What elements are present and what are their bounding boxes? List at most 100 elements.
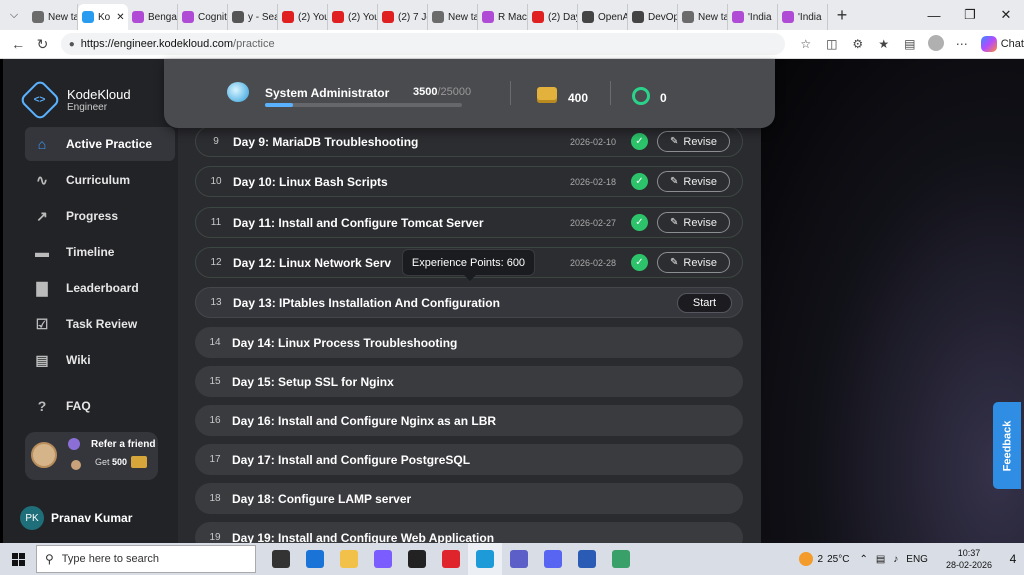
- taskbar-app-button[interactable]: [536, 543, 570, 575]
- sidebar-item-label: FAQ: [66, 399, 91, 413]
- task-row[interactable]: 13 Day 13: IPtables Installation And Conf…: [195, 287, 743, 318]
- browser-tab-strip: ⌵ New ta Ko ✕ Bengal Cognit y - Sea (2) You (2)…: [0, 0, 1024, 30]
- browser-tab[interactable]: New ta: [428, 4, 478, 30]
- new-tab-button[interactable]: +: [828, 5, 856, 26]
- favorites-icon[interactable]: ★: [871, 37, 897, 51]
- taskbar-clock[interactable]: 10:37 28-02-2026: [946, 547, 992, 571]
- minimize-icon[interactable]: —: [916, 0, 952, 30]
- task-number: 17: [209, 454, 221, 465]
- copilot-chat-button[interactable]: Chat: [980, 36, 1024, 52]
- windows-logo-icon: [11, 552, 25, 566]
- show-hidden-icons-icon[interactable]: ⌃: [859, 554, 867, 565]
- task-number: 12: [210, 257, 222, 268]
- address-input[interactable]: ● https://engineer.kodekloud.com/practic…: [60, 33, 785, 55]
- refresh-icon[interactable]: ↻: [30, 36, 54, 53]
- task-row[interactable]: 17 Day 17: Install and Configure PostgreS…: [195, 444, 743, 475]
- performance-icon[interactable]: ⚙: [845, 37, 871, 51]
- browser-tab[interactable]: (2) You: [278, 4, 328, 30]
- taskbar-apps: [264, 543, 638, 575]
- browser-tab[interactable]: (2) Day: [528, 4, 578, 30]
- profile-avatar-icon[interactable]: [923, 34, 949, 54]
- divider: [510, 81, 511, 105]
- browser-tab[interactable]: 'India: [728, 4, 778, 30]
- feedback-button[interactable]: Feedback: [993, 402, 1021, 489]
- taskbar-app-button[interactable]: [502, 543, 536, 575]
- task-row[interactable]: 9 Day 9: MariaDB Troubleshooting 2026-02-1…: [195, 126, 743, 157]
- taskbar-app-button[interactable]: [570, 543, 604, 575]
- revise-button[interactable]: ✎ Revise: [657, 131, 730, 152]
- sidebar-item-active-practice[interactable]: ⌂ Active Practice: [25, 127, 175, 161]
- sidebar-item-label: Curriculum: [66, 173, 131, 187]
- taskbar-app-button[interactable]: [264, 543, 298, 575]
- taskbar-app-button[interactable]: [468, 543, 502, 575]
- restore-icon[interactable]: ❐: [952, 0, 988, 30]
- browser-tab[interactable]: 'India: [778, 4, 828, 30]
- sidebar-item-task-review[interactable]: ☑ Task Review: [25, 307, 175, 341]
- browser-tab[interactable]: OpenA: [578, 4, 628, 30]
- refer-amount: 500: [112, 457, 128, 467]
- taskbar-app-button[interactable]: [298, 543, 332, 575]
- sidebar-item-wiki[interactable]: ▤ Wiki: [25, 343, 175, 377]
- refer-reward: Get 500: [95, 457, 127, 467]
- start-button[interactable]: [0, 543, 36, 575]
- browser-tab[interactable]: New ta: [678, 4, 728, 30]
- close-tab-icon[interactable]: ✕: [116, 12, 124, 23]
- refer-get-label: Get: [95, 457, 110, 467]
- kodekloud-logo[interactable]: <> KodeKloud Engineer: [18, 78, 131, 122]
- tab-actions-chevron-icon[interactable]: ⌵: [0, 0, 28, 30]
- user-profile[interactable]: PK Pranav Kumar: [20, 506, 132, 530]
- help-circle-icon: ?: [37, 398, 47, 414]
- browser-tab[interactable]: (2) You: [328, 4, 378, 30]
- browser-tab[interactable]: R Mac: [478, 4, 528, 30]
- close-icon[interactable]: ✕: [988, 0, 1024, 30]
- notifications-icon[interactable]: 4: [1002, 552, 1024, 566]
- start-button[interactable]: Start: [677, 292, 732, 313]
- browser-tab[interactable]: Ko ✕: [78, 4, 128, 30]
- taskbar-app-button[interactable]: [332, 543, 366, 575]
- sidebar-item-leaderboard[interactable]: ▇ Leaderboard: [25, 271, 175, 305]
- taskbar-search-box[interactable]: ⚲ Type here to search: [36, 545, 256, 573]
- taskbar-app-button[interactable]: [400, 543, 434, 575]
- browser-tab[interactable]: (2) 7 Jo: [378, 4, 428, 30]
- task-row[interactable]: 18 Day 18: Configure LAMP server: [195, 483, 743, 514]
- badges-value: 0: [660, 91, 667, 105]
- site-info-icon[interactable]: ●: [69, 39, 75, 50]
- taskbar-app-button[interactable]: [366, 543, 400, 575]
- language-indicator[interactable]: ENG: [906, 554, 928, 565]
- browser-tab[interactable]: New ta: [28, 4, 78, 30]
- back-arrow-icon[interactable]: ←: [6, 36, 30, 52]
- extensions-icon[interactable]: ◫: [819, 37, 845, 51]
- kodekloud-page: <> KodeKloud Engineer ⌂ Active Practice ∿ C…: [0, 59, 1024, 553]
- collections-icon[interactable]: ▤: [897, 37, 923, 51]
- revise-button[interactable]: ✎ Revise: [657, 212, 730, 233]
- revise-button[interactable]: ✎ Revise: [657, 252, 730, 273]
- taskbar-app-button[interactable]: [604, 543, 638, 575]
- copilot-icon: [980, 36, 997, 52]
- sidebar-item-progress[interactable]: ↗ Progress: [25, 199, 175, 233]
- sidebar-item-faq[interactable]: ? FAQ: [25, 389, 175, 423]
- more-menu-icon[interactable]: ⋯: [949, 37, 975, 51]
- task-row[interactable]: 10 Day 10: Linux Bash Scripts 2026-02-18 ✓ ✎…: [195, 166, 743, 197]
- revise-button[interactable]: ✎ Revise: [657, 171, 730, 192]
- xp-counter: 3500/25000: [413, 86, 471, 98]
- browser-tab[interactable]: Cognit: [178, 4, 228, 30]
- network-icon[interactable]: ▤: [876, 554, 885, 565]
- clock-time: 10:37: [957, 548, 981, 558]
- browser-tab[interactable]: Bengal: [128, 4, 178, 30]
- sidebar-item-curriculum[interactable]: ∿ Curriculum: [25, 163, 175, 197]
- feedback-label: Feedback: [1001, 420, 1013, 471]
- volume-icon[interactable]: ♪: [893, 554, 898, 565]
- sidebar-item-timeline[interactable]: ▬ Timeline: [25, 235, 175, 269]
- task-row[interactable]: 16 Day 16: Install and Configure Nginx as…: [195, 405, 743, 436]
- task-row[interactable]: 15 Day 15: Setup SSL for Nginx: [195, 366, 743, 397]
- browser-tab[interactable]: y - Sea: [228, 4, 278, 30]
- task-row[interactable]: 11 Day 11: Install and Configure Tomcat S…: [195, 207, 743, 238]
- taskbar-app-button[interactable]: [434, 543, 468, 575]
- refer-a-friend-card[interactable]: Refer a friend Get 500: [25, 432, 158, 480]
- tab-favicon-icon: [32, 11, 44, 23]
- task-row[interactable]: 14 Day 14: Linux Process Troubleshooting: [195, 327, 743, 358]
- task-title: Day 13: IPtables Installation And Config…: [233, 295, 500, 310]
- browser-tab[interactable]: DevOp: [628, 4, 678, 30]
- favorite-star-icon[interactable]: ☆: [793, 37, 819, 51]
- weather-widget[interactable]: 2 25°C: [798, 552, 849, 566]
